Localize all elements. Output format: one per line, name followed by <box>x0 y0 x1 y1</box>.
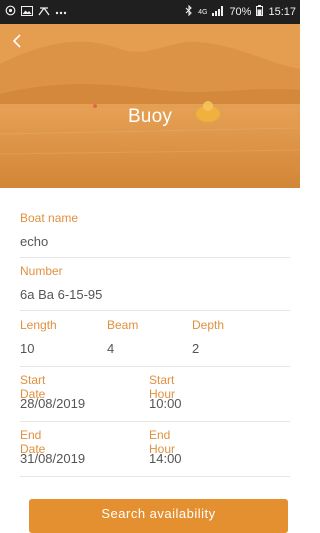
status-time: 15:17 <box>268 6 296 18</box>
booking-form: Boat name echo Number 6a Ba 6-15-95 Leng… <box>20 211 290 477</box>
signal-icon <box>212 5 224 19</box>
boat-name-label: Boat name <box>20 211 79 225</box>
notification-icon <box>5 5 16 19</box>
number-label: Number <box>20 264 63 278</box>
end-row: End Date 31/08/2019 End Hour 14:00 <box>20 428 290 477</box>
more-icon <box>55 6 67 18</box>
start-date-value: 28/08/2019 <box>20 396 86 411</box>
depth-label: Depth <box>192 318 225 332</box>
beam-label: Beam <box>107 318 139 332</box>
number-value: 6a Ba 6-15-95 <box>20 287 103 302</box>
battery-percent: 70% <box>229 6 252 18</box>
length-label: Length <box>20 318 57 332</box>
back-button[interactable] <box>12 34 38 60</box>
status-right: 4G 70% 15:17 <box>185 4 296 19</box>
tools-icon <box>38 5 50 19</box>
image-icon <box>21 5 33 19</box>
search-availability-button[interactable]: Search availability <box>29 499 288 533</box>
depth-value: 2 <box>192 341 200 356</box>
network-type: 4G <box>198 8 208 16</box>
length-value: 10 <box>20 341 35 356</box>
end-date-value: 31/08/2019 <box>20 451 86 466</box>
header-banner: Buoy <box>0 24 300 188</box>
status-bar: 4G 70% 15:17 <box>0 0 300 24</box>
number-field[interactable]: Number 6a Ba 6-15-95 <box>20 264 290 311</box>
dimensions-row: Length 10 Beam 4 Depth 2 <box>20 318 290 367</box>
end-hour-value: 14:00 <box>149 451 182 466</box>
bluetooth-icon <box>185 4 193 19</box>
battery-icon <box>256 5 264 19</box>
boat-name-field[interactable]: Boat name echo <box>20 211 290 258</box>
beam-value: 4 <box>107 341 115 356</box>
start-hour-value: 10:00 <box>149 396 182 411</box>
status-left <box>5 5 67 19</box>
start-row: Start Date 28/08/2019 Start Hour 10:00 <box>20 373 290 422</box>
page-title: Buoy <box>127 106 173 127</box>
boat-name-value: echo <box>20 234 49 249</box>
